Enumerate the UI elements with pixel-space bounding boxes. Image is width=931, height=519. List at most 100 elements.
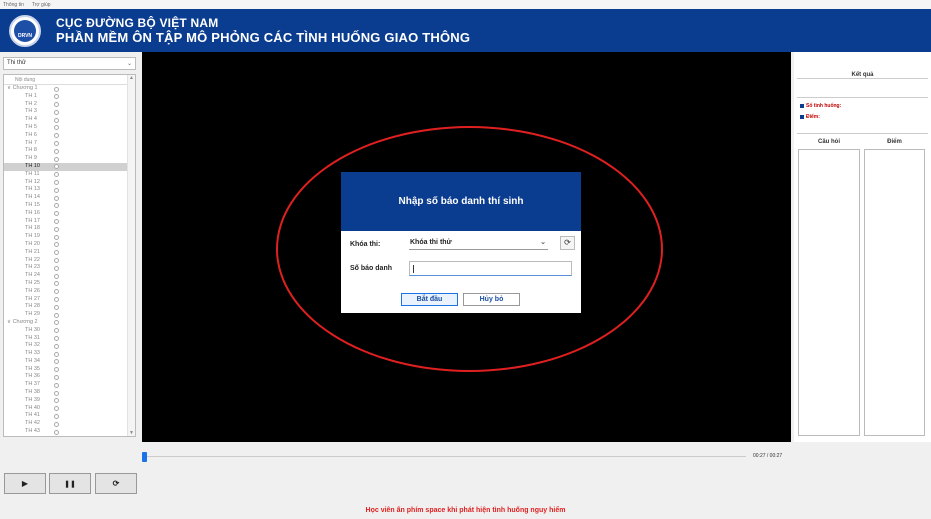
item-label: TH 24 bbox=[25, 272, 40, 279]
seek-thumb[interactable] bbox=[142, 452, 147, 462]
tree-scrollbar[interactable]: ▲ ▼ bbox=[127, 75, 135, 436]
tree-item[interactable]: TH 21 bbox=[4, 249, 135, 257]
situations-count: Số tình huống: bbox=[800, 103, 841, 109]
tree-item[interactable]: TH 31 bbox=[4, 335, 135, 343]
tree-item[interactable]: TH 11 bbox=[4, 171, 135, 179]
tree-item[interactable]: TH 22 bbox=[4, 257, 135, 265]
tree-item[interactable]: TH 2 bbox=[4, 101, 135, 109]
candidate-id-input[interactable] bbox=[409, 261, 572, 276]
tree-item[interactable]: TH 19 bbox=[4, 233, 135, 241]
flag-icon bbox=[800, 103, 804, 108]
status-circle-icon bbox=[54, 117, 59, 123]
item-label: TH 16 bbox=[25, 209, 40, 216]
status-circle-icon bbox=[54, 141, 59, 147]
menu-item-help[interactable]: Trợ giúp bbox=[32, 2, 51, 8]
tree-item[interactable]: TH 13 bbox=[4, 186, 135, 194]
tree-item[interactable]: TH 30 bbox=[4, 327, 135, 335]
tree-item[interactable]: TH 15 bbox=[4, 202, 135, 210]
tree-item[interactable]: TH 29 bbox=[4, 311, 135, 319]
scroll-down-icon[interactable]: ▼ bbox=[129, 430, 134, 436]
pause-button[interactable]: ❚❚ bbox=[49, 473, 91, 494]
refresh-course-button[interactable]: ⟳ bbox=[560, 236, 575, 250]
tree-item[interactable]: TH 34 bbox=[4, 358, 135, 366]
dialog-title: Nhập số báo danh thí sinh bbox=[341, 172, 581, 231]
tree-item[interactable]: TH 5 bbox=[4, 124, 135, 132]
tree-item[interactable]: TH 24 bbox=[4, 272, 135, 280]
cancel-button[interactable]: Hủy bỏ bbox=[463, 293, 520, 306]
question-list bbox=[798, 149, 860, 436]
tree-item[interactable]: TH 27 bbox=[4, 296, 135, 304]
tree-item[interactable]: TH 33 bbox=[4, 350, 135, 358]
replay-button[interactable]: ⟳ bbox=[95, 473, 137, 494]
status-circle-icon bbox=[54, 328, 59, 334]
tree-item[interactable]: TH 3 bbox=[4, 108, 135, 116]
status-circle-icon bbox=[54, 148, 59, 154]
tree-item[interactable]: TH 32 bbox=[4, 342, 135, 350]
tree-item[interactable]: TH 1 bbox=[4, 93, 135, 101]
item-label: TH 26 bbox=[25, 287, 40, 294]
time-display: 00:27 / 00:27 bbox=[753, 453, 783, 459]
chapter-label: Chương 2 bbox=[12, 318, 38, 325]
item-label: TH 42 bbox=[25, 420, 40, 427]
tree-item[interactable]: TH 6 bbox=[4, 132, 135, 140]
play-icon: ▶ bbox=[21, 479, 29, 488]
tree-item[interactable]: TH 4 bbox=[4, 116, 135, 124]
tree-item[interactable]: TH 7 bbox=[4, 140, 135, 148]
start-button[interactable]: Bắt đầu bbox=[401, 293, 458, 306]
tree-item[interactable]: TH 40 bbox=[4, 405, 135, 413]
drvn-logo: DRVN bbox=[9, 15, 41, 47]
course-dropdown[interactable]: Khóa thi thử ⌄ bbox=[409, 237, 548, 250]
item-label: TH 3 bbox=[25, 108, 37, 115]
tree-item[interactable]: TH 26 bbox=[4, 288, 135, 296]
status-circle-icon bbox=[54, 320, 59, 326]
tree-item[interactable]: TH 9 bbox=[4, 155, 135, 163]
course-dropdown-value: Khóa thi thử bbox=[410, 239, 452, 246]
candidate-id-dialog: Nhập số báo danh thí sinh Khóa thi: Khóa… bbox=[341, 172, 581, 313]
tree-item[interactable]: TH 16 bbox=[4, 210, 135, 218]
divider bbox=[797, 133, 928, 134]
tree-item[interactable]: TH 41 bbox=[4, 412, 135, 420]
scroll-up-icon[interactable]: ▲ bbox=[129, 75, 134, 81]
play-button[interactable]: ▶ bbox=[4, 473, 46, 494]
menu-item-info[interactable]: Thông tin bbox=[3, 2, 24, 8]
tree-item[interactable]: TH 35 bbox=[4, 366, 135, 374]
item-label: TH 35 bbox=[25, 365, 40, 372]
tree-item[interactable]: TH 39 bbox=[4, 397, 135, 405]
item-label: TH 41 bbox=[25, 412, 40, 419]
refresh-icon: ⟳ bbox=[564, 238, 571, 247]
tree-item[interactable]: TH 8 bbox=[4, 147, 135, 155]
score-label: Điểm: bbox=[806, 114, 820, 120]
status-circle-icon bbox=[54, 219, 59, 225]
status-circle-icon bbox=[54, 125, 59, 131]
logo-text: DRVN bbox=[17, 33, 33, 39]
item-label: TH 32 bbox=[25, 342, 40, 349]
tree-item[interactable]: TH 43 bbox=[4, 428, 135, 436]
tree-item[interactable]: TH 17 bbox=[4, 218, 135, 226]
tree-item[interactable]: TH 12 bbox=[4, 179, 135, 187]
tree-item[interactable]: TH 20 bbox=[4, 241, 135, 249]
status-circle-icon bbox=[54, 343, 59, 349]
tree-item[interactable]: TH 42 bbox=[4, 420, 135, 428]
tree-item[interactable]: TH 14 bbox=[4, 194, 135, 202]
item-label: TH 43 bbox=[25, 428, 40, 435]
status-circle-icon bbox=[54, 187, 59, 193]
status-circle-icon bbox=[54, 211, 59, 217]
situation-tree[interactable]: Nội dung ∨ Chương 1 TH 1 TH 2 TH 3 TH 4 TH 5T… bbox=[3, 74, 136, 437]
tree-item[interactable]: TH 23 bbox=[4, 264, 135, 272]
instruction-notice: Học viên ấn phím space khi phát hiện tìn… bbox=[365, 507, 566, 514]
status-circle-icon bbox=[54, 289, 59, 295]
tree-item[interactable]: TH 37 bbox=[4, 381, 135, 389]
mode-select[interactable]: Thi thử ⌄ bbox=[3, 57, 136, 70]
tree-item[interactable]: TH 25 bbox=[4, 280, 135, 288]
tree-item[interactable]: TH 18 bbox=[4, 225, 135, 233]
tree-chapter[interactable]: ∨ Chương 2 bbox=[4, 319, 135, 327]
tree-item[interactable]: TH 36 bbox=[4, 373, 135, 381]
tree-item[interactable]: TH 10 bbox=[4, 162, 135, 171]
status-circle-icon bbox=[54, 242, 59, 248]
divider bbox=[797, 97, 928, 98]
tree-item[interactable]: TH 28 bbox=[4, 303, 135, 311]
seek-track[interactable] bbox=[142, 456, 746, 457]
item-label: TH 10 bbox=[25, 162, 40, 169]
tree-item[interactable]: TH 38 bbox=[4, 389, 135, 397]
tree-chapter[interactable]: ∨ Chương 1 bbox=[4, 85, 135, 93]
